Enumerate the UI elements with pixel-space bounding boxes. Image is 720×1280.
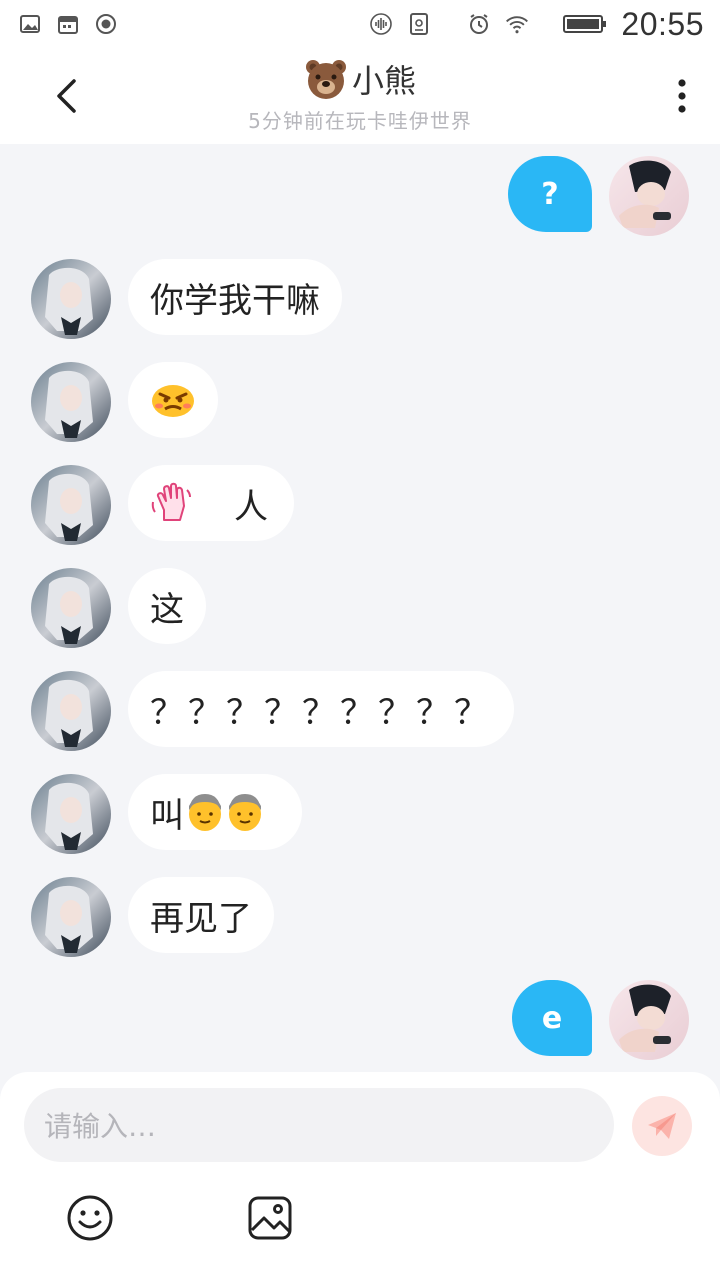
friend-avatar[interactable]: [31, 877, 111, 957]
angry-face-emoji: [152, 385, 194, 417]
message-row-sent: e: [0, 980, 720, 1060]
record-icon: [96, 14, 116, 34]
message-row-received: 这: [0, 568, 720, 648]
friend-avatar[interactable]: [31, 259, 111, 339]
message-input[interactable]: 请输入…: [24, 1088, 614, 1162]
emoji-picker-icon[interactable]: [66, 1194, 114, 1242]
message-text: e: [541, 1000, 563, 1036]
message-row-received: [0, 362, 720, 442]
old-man-emoji: [229, 794, 261, 831]
input-placeholder: 请输入…: [44, 1110, 157, 1143]
waving-hand-emoji: [151, 482, 191, 521]
message-row-received: ？？？？？？？？？: [0, 671, 720, 751]
alarm-icon: [470, 14, 489, 34]
message-row-received: 再见了: [0, 877, 720, 957]
received-bubble[interactable]: [128, 362, 218, 438]
more-vertical-icon: [678, 79, 686, 113]
clock: 20:55: [621, 5, 704, 42]
sent-bubble[interactable]: ?: [508, 156, 592, 232]
received-bubble[interactable]: 再见了: [128, 877, 274, 953]
voice-icon: [370, 13, 393, 35]
battery-icon: [563, 15, 607, 33]
paper-plane-icon: [648, 1113, 676, 1139]
sim-icon: [410, 13, 429, 35]
friend-avatar[interactable]: [31, 465, 111, 545]
message-text: 再见了: [150, 898, 252, 939]
old-man-emoji: [189, 794, 221, 831]
friend-avatar[interactable]: [31, 362, 111, 442]
friend-avatar[interactable]: [31, 568, 111, 648]
status-subtitle: 5分钟前在玩卡哇伊世界: [248, 109, 472, 133]
my-avatar[interactable]: [609, 156, 689, 236]
image-picker-icon[interactable]: [246, 1194, 294, 1242]
sent-bubble[interactable]: e: [512, 980, 592, 1056]
message-row-received: 你学我干嘛: [0, 259, 720, 339]
calendar-icon: [58, 16, 78, 34]
received-bubble[interactable]: ？？？？？？？？？: [128, 671, 514, 747]
message-text: 人: [234, 486, 268, 527]
received-bubble[interactable]: 人: [128, 465, 294, 541]
message-text: 你学我干嘛: [150, 280, 320, 321]
message-text: 叫: [150, 795, 184, 836]
status-bar: 20:55: [0, 0, 720, 48]
message-text: 这: [150, 589, 184, 630]
message-row-received: 叫: [0, 774, 720, 854]
received-bubble[interactable]: 这: [128, 568, 206, 644]
more-button[interactable]: [670, 72, 694, 120]
chat-header: 小熊 5分钟前在玩卡哇伊世界: [0, 48, 720, 144]
message-text: ?: [541, 176, 559, 212]
received-bubble[interactable]: 叫: [128, 774, 302, 850]
friend-avatar[interactable]: [31, 774, 111, 854]
composer: 请输入…: [0, 1072, 720, 1280]
friend-avatar[interactable]: [31, 671, 111, 751]
message-list[interactable]: ? 你学我干嘛 人 这 ？？？？？？？？？ 叫 再见了 e: [0, 144, 720, 1074]
received-bubble[interactable]: 你学我干嘛: [128, 259, 342, 335]
wifi-icon: [506, 16, 529, 34]
message-row-received: 人: [0, 465, 720, 545]
message-row-sent: ?: [0, 156, 720, 236]
bear-emoji-icon: [305, 60, 346, 99]
my-avatar[interactable]: [609, 980, 689, 1060]
message-text: ？？？？？？？？？: [150, 692, 492, 733]
send-button[interactable]: [632, 1096, 692, 1156]
title-block: 小熊 5分钟前在玩卡哇伊世界: [0, 56, 720, 134]
page-title: 小熊: [351, 62, 416, 100]
image-icon: [20, 15, 40, 33]
